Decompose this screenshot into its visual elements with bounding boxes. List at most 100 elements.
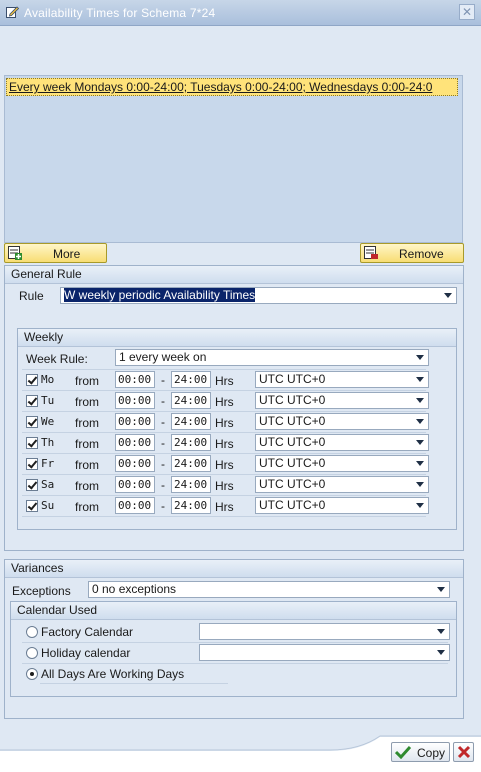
day-checkbox[interactable] bbox=[26, 479, 38, 491]
dash-label: - bbox=[161, 457, 165, 471]
timezone-select[interactable]: UTC UTC+0 bbox=[255, 455, 429, 472]
hrs-label: Hrs bbox=[215, 416, 234, 430]
chevron-down-icon bbox=[416, 419, 424, 424]
from-time-input[interactable]: 00:00 bbox=[115, 434, 155, 451]
factory-calendar-label: Factory Calendar bbox=[41, 625, 134, 639]
day-label: We bbox=[41, 415, 55, 428]
from-time-input[interactable]: 00:00 bbox=[115, 371, 155, 388]
exceptions-label: Exceptions bbox=[12, 584, 71, 598]
holiday-calendar-select[interactable] bbox=[199, 644, 450, 661]
timezone-select[interactable]: UTC UTC+0 bbox=[255, 413, 429, 430]
day-checkbox[interactable] bbox=[26, 458, 38, 470]
to-time-input[interactable]: 24:00 bbox=[171, 413, 211, 430]
chevron-down-icon bbox=[416, 440, 424, 445]
divider bbox=[22, 432, 426, 433]
timezone-value: UTC UTC+0 bbox=[259, 393, 326, 407]
timezone-value: UTC UTC+0 bbox=[259, 498, 326, 512]
day-checkbox[interactable] bbox=[26, 500, 38, 512]
chevron-down-icon bbox=[416, 355, 424, 360]
factory-calendar-select[interactable] bbox=[199, 623, 450, 640]
timezone-select[interactable]: UTC UTC+0 bbox=[255, 476, 429, 493]
holiday-calendar-label: Holiday calendar bbox=[41, 646, 131, 660]
day-checkbox[interactable] bbox=[26, 395, 38, 407]
timezone-select[interactable]: UTC UTC+0 bbox=[255, 371, 429, 388]
timezone-value: UTC UTC+0 bbox=[259, 414, 326, 428]
week-rule-label: Week Rule: bbox=[26, 352, 88, 366]
day-checkbox[interactable] bbox=[26, 437, 38, 449]
factory-calendar-radio[interactable] bbox=[26, 626, 38, 638]
day-checkbox[interactable] bbox=[26, 374, 38, 386]
chevron-down-icon bbox=[416, 377, 424, 382]
dash-label: - bbox=[161, 373, 165, 387]
more-button[interactable]: More bbox=[4, 243, 107, 263]
remove-label: Remove bbox=[399, 247, 444, 261]
week-rule-select[interactable]: 1 every week on bbox=[115, 349, 429, 366]
weekly-header: Weekly bbox=[18, 329, 456, 347]
general-rule-header: General Rule bbox=[5, 266, 463, 284]
from-time-input[interactable]: 00:00 bbox=[115, 413, 155, 430]
chevron-down-icon bbox=[437, 587, 445, 592]
timezone-select[interactable]: UTC UTC+0 bbox=[255, 434, 429, 451]
more-label: More bbox=[53, 247, 81, 261]
hrs-label: Hrs bbox=[215, 395, 234, 409]
close-icon: ✕ bbox=[461, 5, 473, 19]
chevron-down-icon bbox=[416, 482, 424, 487]
day-checkbox[interactable] bbox=[26, 416, 38, 428]
edit-window-icon bbox=[6, 6, 19, 18]
hrs-label: Hrs bbox=[215, 479, 234, 493]
to-time-input[interactable]: 24:00 bbox=[171, 392, 211, 409]
delete-row-icon bbox=[364, 246, 378, 259]
dash-label: - bbox=[161, 478, 165, 492]
rule-list: Every week Mondays 0:00-24:00; Tuesdays … bbox=[4, 75, 463, 243]
day-label: Sa bbox=[41, 478, 55, 491]
from-label: from bbox=[75, 500, 99, 514]
all-days-working-label: All Days Are Working Days bbox=[41, 667, 185, 681]
divider bbox=[22, 663, 448, 664]
close-button[interactable]: ✕ bbox=[459, 4, 475, 20]
timezone-value: UTC UTC+0 bbox=[259, 456, 326, 470]
dash-label: - bbox=[161, 415, 165, 429]
from-time-input[interactable]: 00:00 bbox=[115, 497, 155, 514]
from-time-input[interactable]: 00:00 bbox=[115, 455, 155, 472]
divider bbox=[22, 369, 426, 370]
week-rule-value: 1 every week on bbox=[119, 350, 207, 364]
timezone-value: UTC UTC+0 bbox=[259, 477, 326, 491]
from-label: from bbox=[75, 437, 99, 451]
from-time-input[interactable]: 00:00 bbox=[115, 476, 155, 493]
to-time-input[interactable]: 24:00 bbox=[171, 371, 211, 388]
to-time-input[interactable]: 24:00 bbox=[171, 476, 211, 493]
divider bbox=[22, 390, 426, 391]
chevron-down-icon bbox=[437, 650, 445, 655]
to-time-input[interactable]: 24:00 bbox=[171, 455, 211, 472]
timezone-value: UTC UTC+0 bbox=[259, 372, 326, 386]
timezone-select[interactable]: UTC UTC+0 bbox=[255, 392, 429, 409]
to-time-input[interactable]: 24:00 bbox=[171, 434, 211, 451]
exceptions-select[interactable]: 0 no exceptions bbox=[88, 581, 450, 598]
holiday-calendar-radio[interactable] bbox=[26, 647, 38, 659]
chevron-down-icon bbox=[437, 629, 445, 634]
copy-button[interactable]: Copy bbox=[391, 742, 450, 762]
add-row-icon bbox=[8, 246, 22, 260]
variances-header: Variances bbox=[5, 560, 463, 578]
remove-button[interactable]: Remove bbox=[360, 243, 464, 263]
dash-label: - bbox=[161, 499, 165, 513]
divider bbox=[40, 683, 228, 684]
dash-label: - bbox=[161, 394, 165, 408]
day-label: Su bbox=[41, 499, 55, 512]
divider bbox=[22, 411, 426, 412]
chevron-down-icon bbox=[444, 293, 452, 298]
hrs-label: Hrs bbox=[215, 500, 234, 514]
copy-label: Copy bbox=[417, 746, 446, 760]
cancel-x-icon bbox=[457, 745, 471, 759]
hrs-label: Hrs bbox=[215, 458, 234, 472]
to-time-input[interactable]: 24:00 bbox=[171, 497, 211, 514]
chevron-down-icon bbox=[416, 503, 424, 508]
timezone-select[interactable]: UTC UTC+0 bbox=[255, 497, 429, 514]
from-time-input[interactable]: 00:00 bbox=[115, 392, 155, 409]
cancel-button[interactable] bbox=[453, 742, 474, 762]
rule-entry[interactable]: Every week Mondays 0:00-24:00; Tuesdays … bbox=[6, 78, 458, 96]
window-title: Availability Times for Schema 7*24 bbox=[24, 6, 216, 20]
all-days-working-radio[interactable] bbox=[26, 668, 38, 680]
rule-select[interactable]: W weekly periodic Availability Times bbox=[60, 287, 457, 304]
day-label: Fr bbox=[41, 457, 55, 470]
